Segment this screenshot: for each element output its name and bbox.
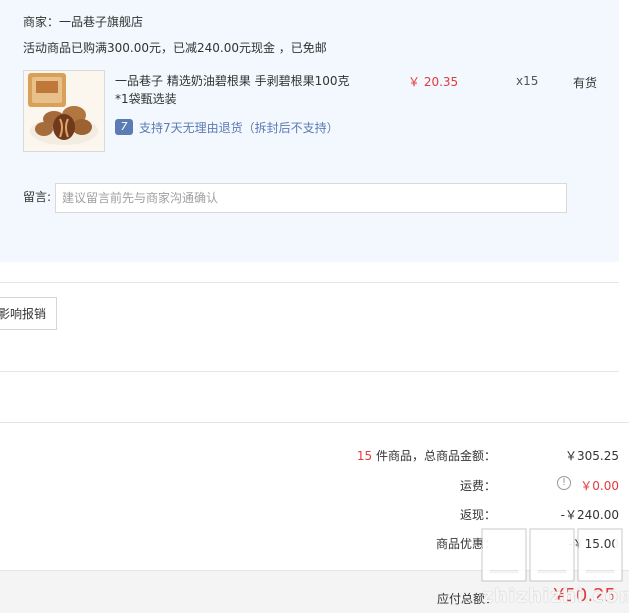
freight-label: 运费： [459,479,496,493]
return-service-text[interactable]: 支持7天无理由退货（拆封后不支持） [139,119,339,136]
payable-label: 应付总额： [437,592,498,606]
promo-summary: 活动商品已购满300.00元，已减240.00元现金 ，已免邮 [23,41,327,55]
rebate-value: -￥240.00 [560,508,619,522]
item-total-label: 件商品，总商品金额： [372,449,496,463]
checkout-footer [0,570,629,613]
unit-price: ￥ 20.35 [408,75,459,89]
freight-info-icon[interactable]: ! [557,476,571,490]
item-count-label: 15 件商品，总商品金额： [357,447,496,464]
freight-value: ￥0.00 [580,479,619,493]
return-service-badge: 7 支持7天无理由退货（拆封后不支持） [115,118,339,136]
payable-value: ¥50.25 [553,585,616,606]
rebate-label: 返现： [459,508,496,522]
item-count: 15 [356,449,373,463]
item-total-value: ￥305.25 [565,449,619,463]
section-divider [0,422,629,423]
pecan-product-image [24,71,104,151]
discount-label: 商品优惠： [435,537,496,551]
stock-status: 有货 [573,76,598,90]
product-variant: *1袋甄选装 [115,92,177,106]
note-input[interactable] [55,183,567,213]
product-thumbnail[interactable] [23,70,105,152]
seller-name[interactable]: 商家：一品巷子旗舰店 [23,13,143,30]
section-divider [0,282,619,283]
product-title[interactable]: 一品巷子 精选奶油碧根果 手剥碧根果100克 [115,72,360,90]
quantity: x15 [516,74,539,88]
discount-value: -￥15.00 [568,537,619,551]
seven-day-return-icon: 7 [115,119,133,135]
note-label: 留言: [23,190,52,204]
section-divider [0,371,619,372]
invoice-option-button[interactable]: 影响报销 [0,297,57,330]
seller-order-panel: 商家：一品巷子旗舰店 活动商品已购满300.00元，已减240.00元现金 ，已… [0,0,619,262]
